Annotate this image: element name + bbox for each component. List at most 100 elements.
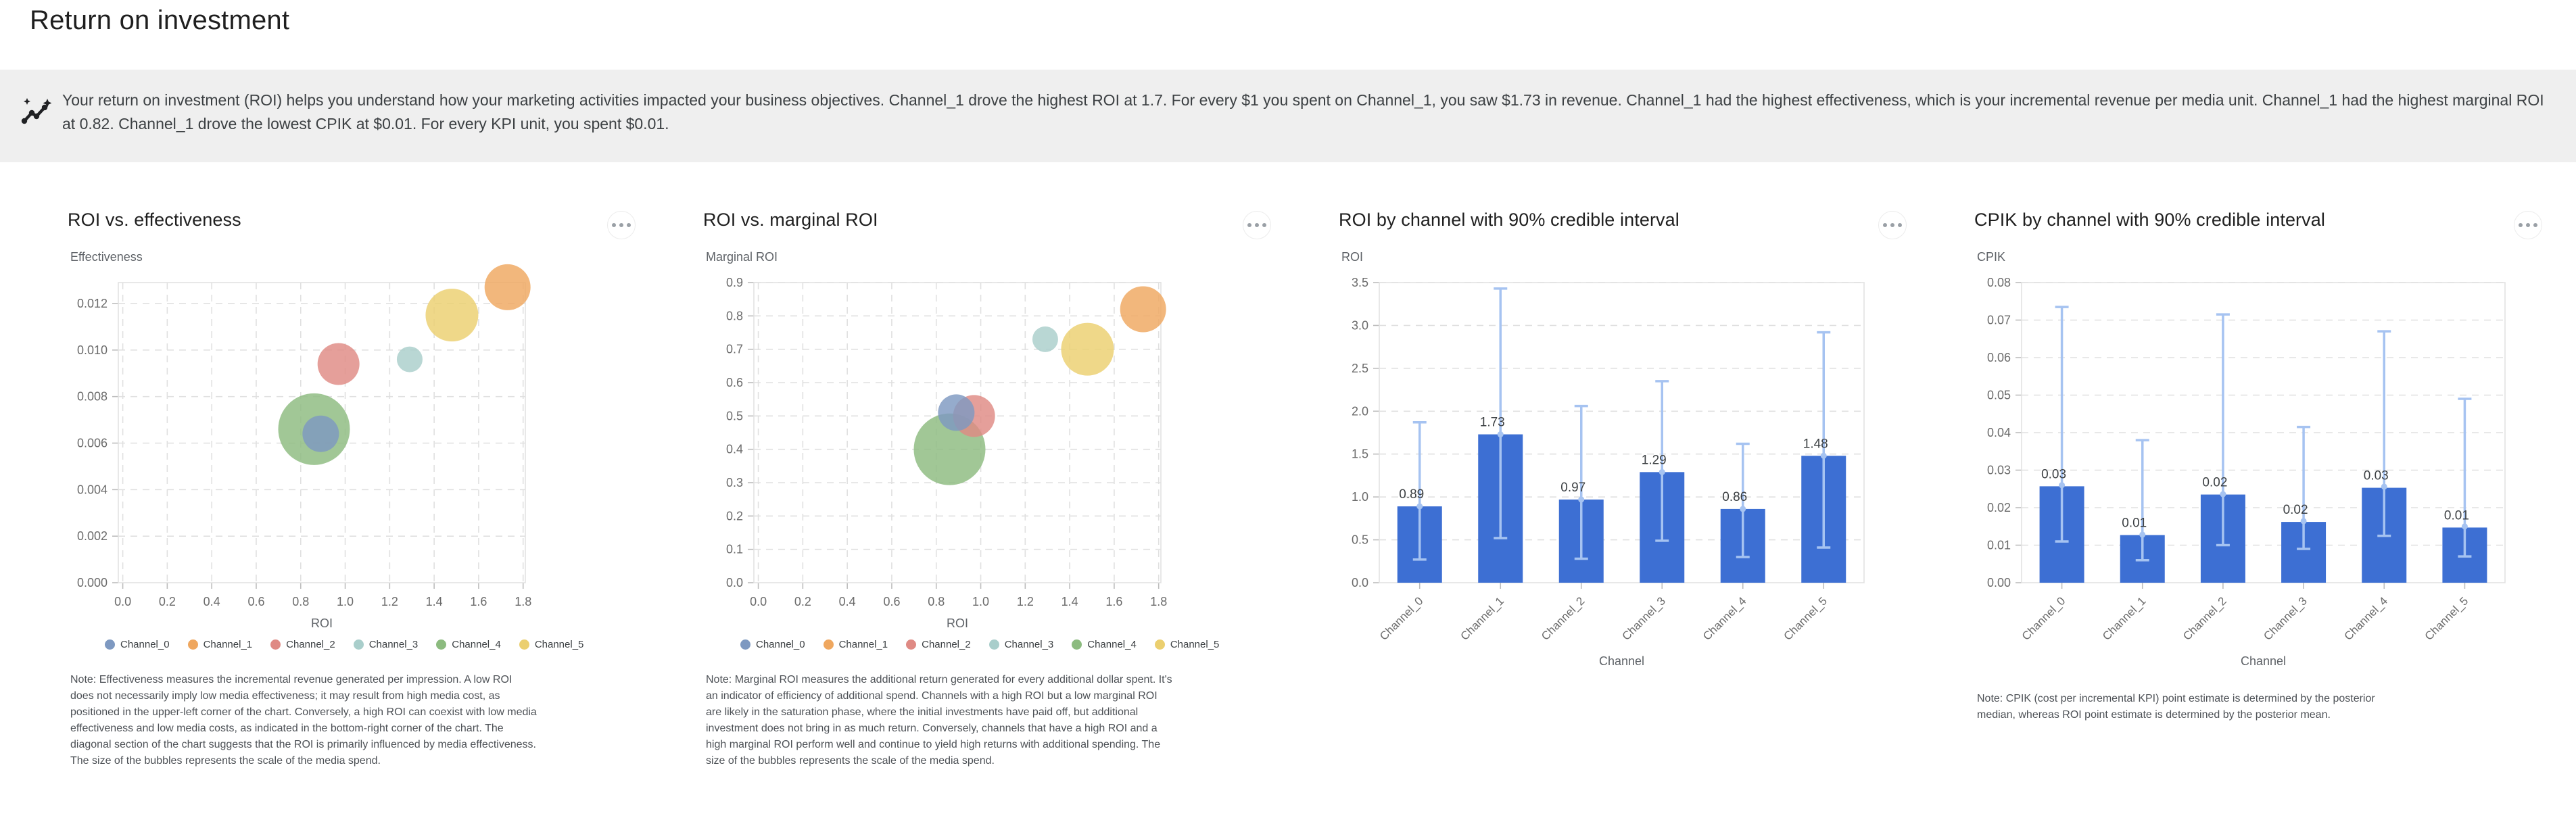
bubble-Channel_3	[397, 347, 423, 372]
svg-text:0.02: 0.02	[2202, 476, 2227, 490]
chart-title: ROI by channel with 90% credible interva…	[1339, 210, 1934, 231]
ellipsis-icon	[1883, 223, 1902, 227]
x-axis-label: ROI	[947, 616, 968, 630]
svg-text:1.8: 1.8	[515, 595, 531, 608]
bubble-Channel_0	[938, 394, 974, 431]
more-options-button[interactable]	[2514, 211, 2542, 239]
svg-text:0.03: 0.03	[1987, 464, 2011, 477]
more-options-button[interactable]	[607, 211, 636, 239]
ellipsis-icon	[2519, 223, 2537, 227]
legend-dot	[1155, 639, 1165, 650]
svg-text:1.8: 1.8	[1150, 595, 1167, 608]
svg-text:0.07: 0.07	[1987, 314, 2011, 327]
svg-text:1.6: 1.6	[470, 595, 487, 608]
category-label: Channel_0	[2020, 594, 2068, 643]
bars-group	[2040, 486, 2487, 583]
chart-card-cpik-by-channel: CPIK by channel with 90% credible interv…	[1974, 210, 2569, 769]
chart-title: ROI vs. marginal ROI	[703, 210, 1298, 231]
svg-text:0.002: 0.002	[77, 529, 108, 543]
svg-text:0.3: 0.3	[726, 476, 743, 489]
legend-label: Channel_0	[756, 639, 805, 650]
svg-text:0.7: 0.7	[726, 343, 743, 356]
bubble-Channel_1	[485, 264, 531, 310]
category-label: Channel_5	[2423, 594, 2471, 643]
svg-text:1.4: 1.4	[426, 595, 443, 608]
legend-label: Channel_3	[1005, 639, 1054, 650]
legend-dot	[354, 639, 364, 650]
svg-text:0.03: 0.03	[2041, 467, 2066, 481]
legend-item-Channel_5: Channel_5	[1155, 639, 1220, 650]
legend-dot	[740, 639, 750, 650]
legend-dot	[188, 639, 198, 650]
chart-card-roi-by-channel: ROI by channel with 90% credible interva…	[1339, 210, 1934, 769]
chart-note: Note: Marginal ROI measures the addition…	[706, 672, 1172, 769]
y-axis-caption: Effectiveness	[70, 250, 663, 266]
category-label: Channel_4	[2341, 594, 2390, 643]
svg-text:0.5: 0.5	[726, 409, 743, 422]
svg-text:0.004: 0.004	[77, 483, 108, 496]
chart-title: ROI vs. effectiveness	[68, 210, 663, 231]
insight-banner: Your return on investment (ROI) helps yo…	[0, 70, 2576, 162]
svg-text:1.0: 1.0	[972, 595, 989, 608]
legend-dot	[824, 639, 834, 650]
bubble-Channel_1	[1120, 286, 1166, 332]
legend-label: Channel_5	[1170, 639, 1220, 650]
error-bars-group	[2055, 307, 2472, 560]
legend-label: Channel_1	[204, 639, 253, 650]
x-axis-label: ROI	[311, 616, 333, 630]
svg-text:0.5: 0.5	[1352, 533, 1368, 547]
legend-item-Channel_4: Channel_4	[436, 639, 501, 650]
more-options-button[interactable]	[1878, 211, 1907, 239]
chart-card-roi-vs-marginal-roi: ROI vs. marginal ROI Marginal ROI 0.00.1…	[703, 210, 1298, 769]
bubbles-group	[278, 264, 530, 465]
legend-item-Channel_0: Channel_0	[105, 639, 170, 650]
roi-vs-effectiveness-chart: 0.0000.0020.0040.0060.0080.0100.0120.00.…	[68, 268, 554, 630]
svg-text:1.29: 1.29	[1642, 453, 1667, 467]
legend-label: Channel_2	[922, 639, 971, 650]
insight-text: Your return on investment (ROI) helps yo…	[62, 89, 2546, 136]
chart-legend: Channel_0Channel_1Channel_2Channel_3Chan…	[740, 634, 1298, 654]
svg-text:0.6: 0.6	[883, 595, 900, 608]
bubble-Channel_5	[425, 289, 478, 341]
category-label: Channel_5	[1781, 594, 1830, 643]
charts-row: ROI vs. effectiveness Effectiveness 0.00…	[68, 210, 2569, 769]
bar-value-labels: 0.891.730.971.290.861.48	[1399, 416, 1828, 504]
legend-item-Channel_3: Channel_3	[989, 639, 1054, 650]
svg-text:1.0: 1.0	[1352, 490, 1368, 504]
legend-label: Channel_0	[120, 639, 170, 650]
svg-text:0.04: 0.04	[1987, 426, 2011, 439]
y-axis-caption: ROI	[1341, 250, 1934, 266]
svg-text:0.02: 0.02	[2283, 503, 2308, 517]
svg-text:0.00: 0.00	[1987, 576, 2011, 589]
svg-text:0.008: 0.008	[77, 390, 108, 404]
svg-text:0.4: 0.4	[204, 595, 220, 608]
more-options-button[interactable]	[1243, 211, 1271, 239]
category-label: Channel_3	[1619, 594, 1668, 643]
legend-dot	[1072, 639, 1082, 650]
svg-text:0.000: 0.000	[77, 576, 108, 589]
gridlines	[1379, 283, 1864, 540]
svg-text:1.48: 1.48	[1803, 437, 1828, 451]
svg-text:0.4: 0.4	[839, 595, 856, 608]
legend-item-Channel_4: Channel_4	[1072, 639, 1137, 650]
svg-text:0.6: 0.6	[726, 376, 743, 389]
category-label: Channel_0	[1377, 594, 1426, 643]
svg-text:0.2: 0.2	[726, 509, 743, 523]
svg-text:0.0: 0.0	[726, 576, 743, 589]
svg-text:0.1: 0.1	[726, 543, 743, 556]
legend-dot	[436, 639, 446, 650]
chart-legend: Channel_0Channel_1Channel_2Channel_3Chan…	[105, 634, 663, 654]
category-label: Channel_2	[2180, 594, 2229, 643]
ellipsis-icon	[1247, 223, 1266, 227]
svg-text:0.0: 0.0	[1352, 576, 1368, 589]
svg-text:3.5: 3.5	[1352, 276, 1368, 289]
x-axis-label: Channel	[1599, 654, 1644, 668]
svg-text:0.8: 0.8	[726, 309, 743, 322]
legend-dot	[906, 639, 916, 650]
legend-label: Channel_4	[1087, 639, 1137, 650]
svg-text:0.006: 0.006	[77, 436, 108, 450]
svg-text:0.01: 0.01	[1987, 539, 2011, 552]
svg-text:0.05: 0.05	[1987, 389, 2011, 402]
svg-text:2.0: 2.0	[1352, 404, 1368, 418]
legend-item-Channel_0: Channel_0	[740, 639, 805, 650]
